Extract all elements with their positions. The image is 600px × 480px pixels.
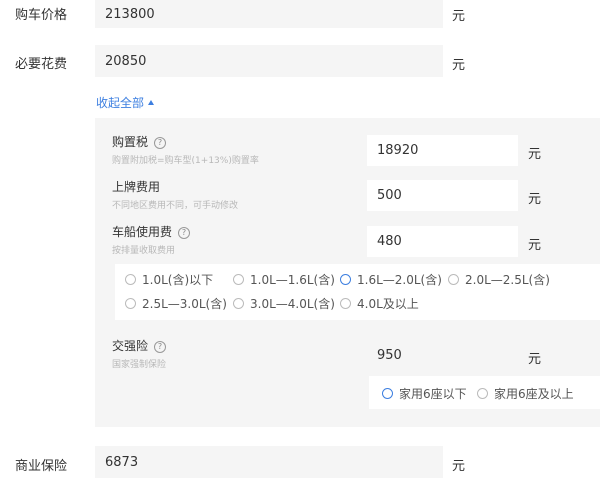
plate-fee-label: 上牌费用 <box>112 180 161 194</box>
purchase-tax-unit: 元 <box>528 147 542 162</box>
radio-circle-selected-icon <box>382 388 393 399</box>
plate-fee-hint: 不同地区费用不同，可手动修改 <box>112 201 239 211</box>
purchase-tax-label: 购置税 <box>112 135 149 149</box>
vehicle-tax-hint: 按排量收取费用 <box>112 246 176 256</box>
commercial-insurance-input[interactable]: 6873 <box>95 446 443 478</box>
compulsory-insurance-hint: 国家强制保险 <box>112 360 167 370</box>
commercial-insurance-unit: 元 <box>452 459 466 474</box>
commercial-insurance-label: 商业保险 <box>15 459 68 474</box>
plate-fee-unit: 元 <box>528 192 542 207</box>
required-fees-label: 必要花费 <box>15 57 68 72</box>
radio-circle-icon <box>448 274 459 285</box>
purchase-tax-hint: 购置附加税=购车型(1+13%)购置率 <box>112 156 259 166</box>
collapse-all-label: 收起全部 <box>96 96 145 110</box>
compulsory-insurance-unit: 元 <box>528 352 542 367</box>
plate-fee-input[interactable]: 500 <box>367 180 518 211</box>
radio-circle-icon <box>233 274 244 285</box>
triangle-up-icon <box>148 100 155 105</box>
compulsory-insurance-title: 交强险? <box>112 337 167 354</box>
question-circle-icon[interactable]: ? <box>178 227 191 239</box>
car-price-label: 购车价格 <box>15 8 68 23</box>
vehicle-tax-title: 车船使用费? <box>112 223 191 240</box>
required-fees-input[interactable]: 20850 <box>95 45 443 77</box>
compulsory-insurance-input[interactable]: 950 <box>367 340 518 371</box>
plate-fee-title: 上牌费用 <box>112 178 160 195</box>
radio-circle-icon <box>125 274 136 285</box>
collapse-all-link[interactable]: 收起全部 <box>96 94 155 111</box>
displacement-option[interactable]: 2.5L—3.0L(含) <box>125 295 227 312</box>
radio-circle-icon <box>340 298 351 309</box>
displacement-option[interactable]: 3.0L—4.0L(含) <box>233 295 335 312</box>
required-fees-unit: 元 <box>452 58 466 73</box>
vehicle-tax-input[interactable]: 480 <box>367 226 518 257</box>
car-price-input[interactable]: 213800 <box>95 0 443 28</box>
seat-option[interactable]: 家用6座及以上 <box>477 385 574 402</box>
radio-circle-icon <box>233 298 244 309</box>
displacement-option[interactable]: 4.0L及以上 <box>340 295 419 312</box>
radio-circle-icon <box>477 388 488 399</box>
displacement-option[interactable]: 1.0L(含)以下 <box>125 271 213 288</box>
purchase-tax-input[interactable]: 18920 <box>367 135 518 166</box>
displacement-option[interactable]: 2.0L—2.5L(含) <box>448 271 550 288</box>
seat-option-selected[interactable]: 家用6座以下 <box>382 385 467 402</box>
purchase-tax-title: 购置税? <box>112 133 167 150</box>
vehicle-tax-label: 车船使用费 <box>112 225 173 239</box>
vehicle-tax-unit: 元 <box>528 238 542 253</box>
displacement-option-selected[interactable]: 1.6L—2.0L(含) <box>340 271 442 288</box>
radio-circle-icon <box>125 298 136 309</box>
radio-circle-selected-icon <box>340 274 351 285</box>
compulsory-insurance-label: 交强险 <box>112 339 149 353</box>
question-circle-icon[interactable]: ? <box>154 341 167 353</box>
question-circle-icon[interactable]: ? <box>154 137 167 149</box>
displacement-option[interactable]: 1.0L—1.6L(含) <box>233 271 335 288</box>
car-price-unit: 元 <box>452 9 466 24</box>
